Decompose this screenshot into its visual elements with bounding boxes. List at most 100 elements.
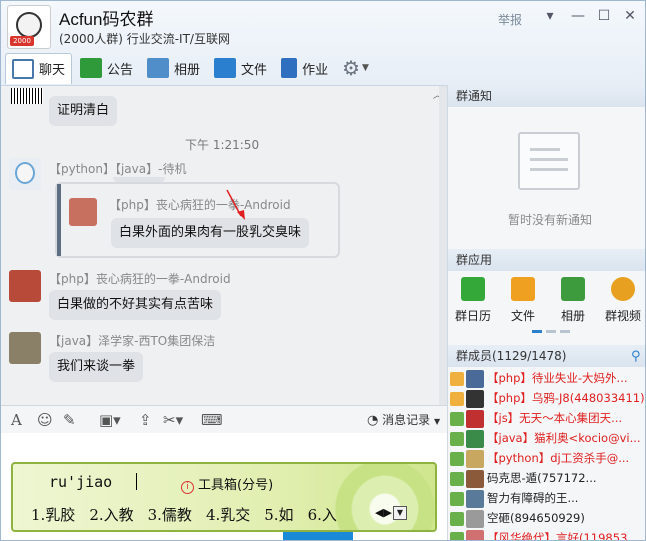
folder-icon bbox=[214, 58, 237, 78]
app-files[interactable]: 文件 bbox=[500, 277, 546, 324]
chat-scrollbar[interactable] bbox=[439, 86, 447, 406]
search-icon[interactable]: ⚲ bbox=[631, 349, 641, 364]
avatar bbox=[466, 449, 484, 468]
tab-label: 作业 bbox=[302, 62, 329, 78]
member-name: 码克思-遁(757172... bbox=[487, 471, 597, 485]
font-icon[interactable]: A bbox=[11, 411, 22, 429]
title-bar: 2000 Acfun码农群 (2000人群) 行业交流-IT/互联网 举报 ▾ … bbox=[1, 1, 645, 85]
keyboard-icon[interactable]: ⌨ bbox=[201, 411, 223, 429]
member-row[interactable]: 【风华绝代】言好(119853... bbox=[450, 528, 639, 541]
upload-icon[interactable]: ⇪ bbox=[139, 411, 152, 429]
toolbox-label: 工具箱(分号) bbox=[198, 478, 274, 493]
gear-icon: ⚙ bbox=[342, 56, 361, 80]
photo-icon bbox=[147, 58, 170, 78]
avatar bbox=[466, 509, 484, 528]
ime-candidate[interactable]: 4.乳交 bbox=[206, 506, 250, 524]
screenshot-icon[interactable]: ✂▾ bbox=[163, 411, 183, 429]
apps-header: 群应用 bbox=[448, 249, 645, 271]
calendar-icon bbox=[461, 277, 485, 301]
app-label: 相册 bbox=[560, 309, 585, 323]
tab-files[interactable]: 文件 bbox=[208, 53, 273, 83]
ime-page-arrows[interactable]: ◀▶ bbox=[375, 506, 392, 519]
close-icon[interactable]: ✕ bbox=[619, 7, 641, 25]
role-icon bbox=[450, 371, 464, 386]
minimize-icon[interactable]: — bbox=[567, 7, 589, 25]
app-album[interactable]: 相册 bbox=[550, 277, 596, 324]
role-icon bbox=[450, 471, 464, 486]
avatar bbox=[466, 369, 484, 388]
role-icon bbox=[450, 451, 464, 466]
group-subtitle: (2000人群) 行业交流-IT/互联网 bbox=[59, 32, 230, 46]
role-icon bbox=[450, 511, 464, 526]
message-bubble: 白果做的不好其实有点苦味 bbox=[49, 290, 222, 320]
avatar[interactable] bbox=[9, 332, 41, 364]
report-link[interactable]: 举报 bbox=[498, 11, 522, 28]
tab-label: 公告 bbox=[107, 62, 134, 78]
member-row[interactable]: 码克思-遁(757172... bbox=[450, 468, 597, 488]
member-row[interactable]: 智力有障碍的王... bbox=[450, 488, 578, 508]
tab-homework[interactable]: 作业 bbox=[275, 53, 334, 83]
qq-group-chat-window: 2000 Acfun码农群 (2000人群) 行业交流-IT/互联网 举报 ▾ … bbox=[0, 0, 646, 541]
tab-label: 相册 bbox=[174, 62, 201, 78]
history-label: 消息记录 bbox=[382, 413, 431, 427]
next-page-icon[interactable]: ▶ bbox=[383, 506, 391, 519]
member-row[interactable]: 【php】待业失业-大妈外... bbox=[450, 368, 628, 388]
message-bubble: 证明清白 bbox=[49, 96, 118, 126]
ime-candidate[interactable]: 1.乳胶 bbox=[31, 506, 75, 524]
settings-menu[interactable]: ⚙ ▼ bbox=[336, 53, 375, 83]
avatar-face bbox=[16, 12, 42, 38]
tab-chat[interactable]: 聊天 bbox=[5, 52, 73, 84]
folder-icon bbox=[511, 277, 535, 301]
chevron-down-icon: ▼ bbox=[362, 63, 369, 73]
avatar[interactable] bbox=[9, 158, 41, 190]
info-icon: i bbox=[181, 481, 194, 494]
member-row[interactable]: 【js】无天～本心集团天... bbox=[450, 408, 622, 428]
emoji-icon[interactable]: ☺ bbox=[37, 411, 53, 429]
member-name: 【python】dj工资杀手@... bbox=[487, 451, 630, 465]
tab-album[interactable]: 相册 bbox=[141, 53, 206, 83]
ime-expand-button[interactable]: ▼ bbox=[393, 506, 407, 520]
shake-icon[interactable]: ✎ bbox=[63, 411, 76, 429]
tab-label: 聊天 bbox=[39, 63, 66, 78]
skin-icon[interactable]: ▾ bbox=[539, 7, 561, 25]
avatar[interactable] bbox=[9, 270, 41, 302]
avatar bbox=[69, 198, 97, 226]
role-icon bbox=[450, 411, 464, 426]
chat-messages[interactable]: 证明清白 下午 1:21:50 ︿ 【python】【java】-待机 【php… bbox=[1, 85, 447, 406]
ime-caret bbox=[136, 473, 137, 490]
annotation-arrow bbox=[226, 189, 245, 220]
members-header: 群成员(1129/1478) bbox=[448, 345, 645, 367]
member-name: 【php】乌鸦-J8(448033411) bbox=[487, 391, 645, 405]
member-name: 【风华绝代】言好(119853... bbox=[487, 531, 639, 541]
message-bubble: 我们来谈一拳 bbox=[49, 352, 144, 382]
maximize-icon[interactable]: ☐ bbox=[593, 7, 615, 25]
group-avatar[interactable]: 2000 bbox=[7, 5, 51, 49]
ime-candidate-window: ru'jiao i 工具箱(分号) 1.乳胶 2.入教 3.儒教 4.乳交 5.如 6.入 … bbox=[11, 462, 437, 532]
member-row[interactable]: 空砸(894650929) bbox=[450, 508, 585, 528]
ime-candidates: 1.乳胶 2.入教 3.儒教 4.乳交 5.如 6.入 bbox=[31, 504, 351, 525]
ime-candidate[interactable]: 5.如 bbox=[264, 506, 293, 524]
member-row[interactable]: 【python】dj工资杀手@... bbox=[450, 448, 629, 468]
avatar bbox=[466, 529, 484, 540]
group-name[interactable]: Acfun码农群 bbox=[59, 5, 153, 30]
app-calendar[interactable]: 群日历 bbox=[450, 277, 496, 324]
member-row[interactable]: 【php】乌鸦-J8(448033411) bbox=[450, 388, 645, 408]
tab-notice[interactable]: 公告 bbox=[74, 53, 139, 83]
ime-composition: ru'jiao bbox=[49, 473, 113, 491]
homework-icon bbox=[281, 58, 298, 78]
image-icon[interactable]: ▣▾ bbox=[99, 411, 121, 429]
ime-toolbox[interactable]: i 工具箱(分号) bbox=[181, 474, 273, 494]
ime-candidate[interactable]: 6.入 bbox=[308, 506, 337, 524]
member-row[interactable]: 【java】猫利奥<kocio@vi... bbox=[450, 428, 641, 448]
page-indicator[interactable] bbox=[532, 330, 572, 334]
flag-icon bbox=[80, 58, 103, 78]
member-name: 智力有障碍的王... bbox=[487, 491, 579, 505]
member-name: 【php】待业失业-大妈外... bbox=[487, 371, 628, 385]
tab-bar: 聊天 公告 相册 文件 作业 ⚙ ▼ bbox=[5, 52, 377, 84]
ime-candidate[interactable]: 3.儒教 bbox=[148, 506, 192, 524]
sender-name: 【python】【java】-待机 bbox=[49, 162, 187, 176]
ime-candidate[interactable]: 2.入教 bbox=[89, 506, 133, 524]
sender-name: 【php】丧心病狂的一拳-Android bbox=[49, 272, 231, 286]
app-video[interactable]: 群视频 bbox=[600, 277, 645, 324]
message-history-button[interactable]: ◔ 消息记录 ▼ bbox=[367, 411, 440, 428]
